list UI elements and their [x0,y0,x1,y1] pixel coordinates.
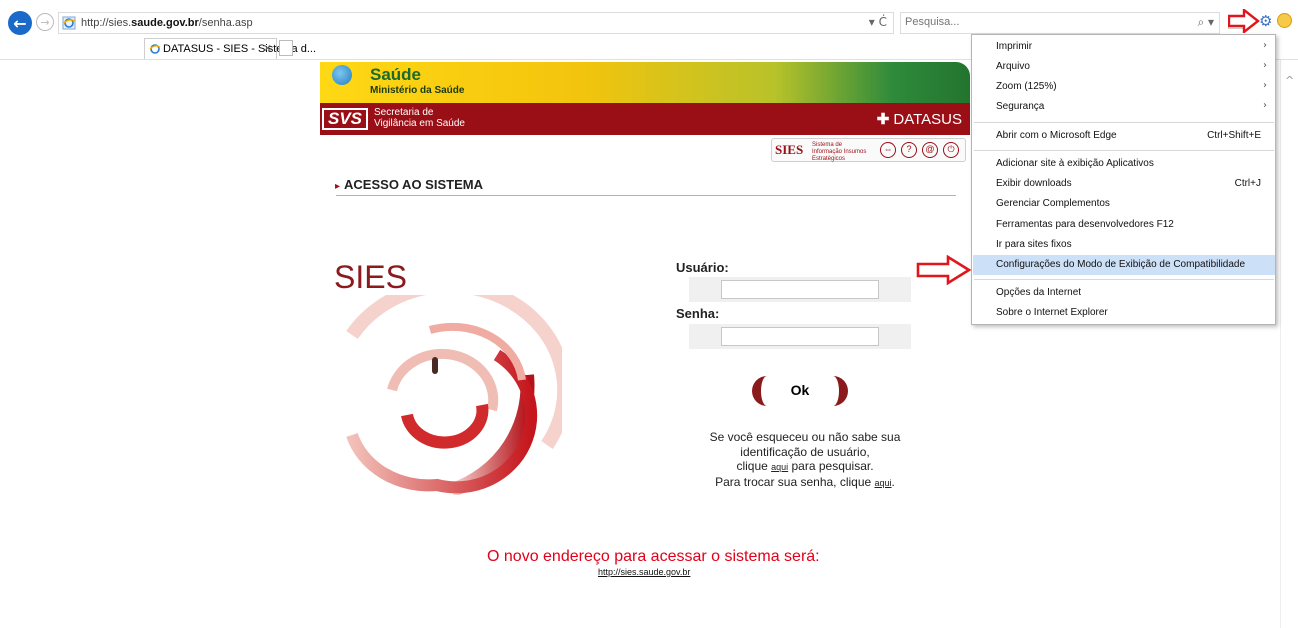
ministerio-banner: Saúde Ministério da Saúde [320,62,970,103]
datasus-text: DATASUS [893,111,962,128]
ok-button-label: Ok [790,382,810,398]
new-tab-button[interactable] [279,40,293,56]
red-arrow-icon [1228,9,1260,33]
svs-logo: SVS [322,108,368,130]
smiley-feedback-icon[interactable] [1277,13,1292,28]
exit-icon[interactable]: ⏻ [943,142,959,158]
scroll-up-icon[interactable]: ^ [1285,74,1294,87]
username-row [689,277,911,302]
swap-icon[interactable]: ⇔ [880,142,896,158]
tab-datasus-sies[interactable]: DATASUS - SIES - Sistema d... ✕ [144,38,316,59]
help-line-2: identificação de usuário, [740,444,870,459]
menu-shortcut: Ctrl+Shift+E [1207,130,1261,141]
datasus-cross-icon: ✚ [876,111,890,128]
menu-item-sites-fixos[interactable]: Ir para sites fixos [973,235,1275,255]
sies-badge-subtitle: Sistema de Informação Insumos Estratégic… [812,142,867,162]
browser-nav-bar: ← → http://sies.saude.gov.br/senha.asp ▾… [0,0,1298,38]
new-address-link[interactable]: http://sies.saude.gov.br [598,567,690,577]
help-icon[interactable]: ? [901,142,917,158]
datasus-logo: ✚ DATASUS [877,110,962,128]
ok-button[interactable]: Ok [752,376,848,406]
address-domain: saude.gov.br [131,17,199,29]
menu-item-arquivo[interactable]: Arquivo › [973,57,1275,77]
gear-icon[interactable]: ⚙ [1259,13,1272,29]
menu-shortcut: Ctrl+J [1234,178,1261,189]
menu-item-exibir-downloads[interactable]: Exibir downloads Ctrl+J [973,174,1275,194]
sies-logo-swirl [346,295,562,495]
site-header-banner: Saúde Ministério da Saúde SVS Secretaria… [320,62,970,135]
sies-logo-text: SIES [334,259,407,295]
red-arrow-icon [916,255,972,285]
menu-item-opcoes-internet[interactable]: Opções da Internet [973,283,1275,303]
help-text: Se você esqueceu ou não sabe sua identif… [680,430,930,490]
secretaria-line1: Secretaria de [374,107,434,118]
help-line-1: Se você esqueceu ou não sabe sua [709,430,901,444]
back-arrow-icon[interactable]: ← [8,11,32,35]
help-line-3: clique aqui para pesquisar. [736,459,874,473]
menu-item-abrir-edge[interactable]: Abrir com o Microsoft Edge Ctrl+Shift+E [973,126,1275,146]
password-label: Senha: [676,306,720,321]
svs-banner: SVS Secretaria de Vigilância em Saúde ✚ D… [320,103,970,135]
title-divider [336,195,956,196]
sies-badge-bar: SIES Sistema de Informação Insumos Estra… [771,138,966,162]
menu-item-compatibilidade[interactable]: Configurações do Modo de Exibição de Com… [973,255,1275,275]
menu-item-gerenciar-complementos[interactable]: Gerenciar Complementos [973,194,1275,214]
submenu-arrow-icon: › [1263,100,1267,111]
brazil-flag-icon [332,65,352,85]
search-input[interactable] [905,16,1165,28]
search-box[interactable]: ⌕ ▾ [900,12,1220,34]
search-icon[interactable]: ⌕ ▾ [1197,15,1214,30]
username-label: Usuário: [676,260,729,275]
tab-title: DATASUS - SIES - Sistema d... [163,43,317,55]
submenu-arrow-icon: › [1263,40,1267,51]
help-line-4: Para trocar sua senha, clique aqui. [715,474,895,489]
banner-ministerio-title: Ministério da Saúde [370,85,465,96]
submenu-arrow-icon: › [1263,80,1267,91]
menu-separator [974,150,1274,151]
menu-item-imprimir[interactable]: Imprimir › [973,37,1275,57]
banner-secretaria: Secretaria de Vigilância em Saúde [374,107,465,129]
new-address-title: O novo endereço para acessar o sistema s… [487,548,820,565]
password-input[interactable] [721,327,879,346]
ie-page-icon [62,16,76,30]
change-password-link[interactable]: aqui [875,478,892,488]
page-scrollbar[interactable]: ^ [1280,60,1298,628]
username-input[interactable] [721,280,879,299]
menu-item-ferramentas-f12[interactable]: Ferramentas para desenvolvedores F12 [973,215,1275,235]
menu-item-adicionar-aplicativos[interactable]: Adicionar site à exibição Aplicativos [973,154,1275,174]
tab-close-icon[interactable]: ✕ [263,42,272,55]
sies-badge-title: SIES [775,142,804,157]
contact-icon[interactable]: @ [922,142,938,158]
menu-separator [974,122,1274,123]
menu-item-seguranca[interactable]: Segurança › [973,97,1275,117]
address-bar[interactable]: http://sies.saude.gov.br/senha.asp ▾ Ċ [58,12,894,34]
submenu-arrow-icon: › [1263,60,1267,71]
search-user-link[interactable]: aqui [771,462,788,472]
page-title: ACESSO AO SISTEMA [335,177,483,192]
address-text: http://sies.saude.gov.br/senha.asp [81,17,253,29]
refresh-icon[interactable]: ▾ Ċ [869,15,887,29]
password-row [689,324,911,349]
banner-saude-title: Saúde [370,65,422,84]
menu-item-sobre-ie[interactable]: Sobre o Internet Explorer [973,303,1275,323]
secretaria-line2: Vigilância em Saúde [374,118,465,129]
forward-arrow-icon[interactable]: → [36,13,54,31]
tools-menu: Imprimir › Arquivo › Zoom (125%) › Segur… [971,34,1276,325]
ie-tab-icon [149,44,161,54]
menu-item-zoom[interactable]: Zoom (125%) › [973,77,1275,97]
menu-separator [974,279,1274,280]
